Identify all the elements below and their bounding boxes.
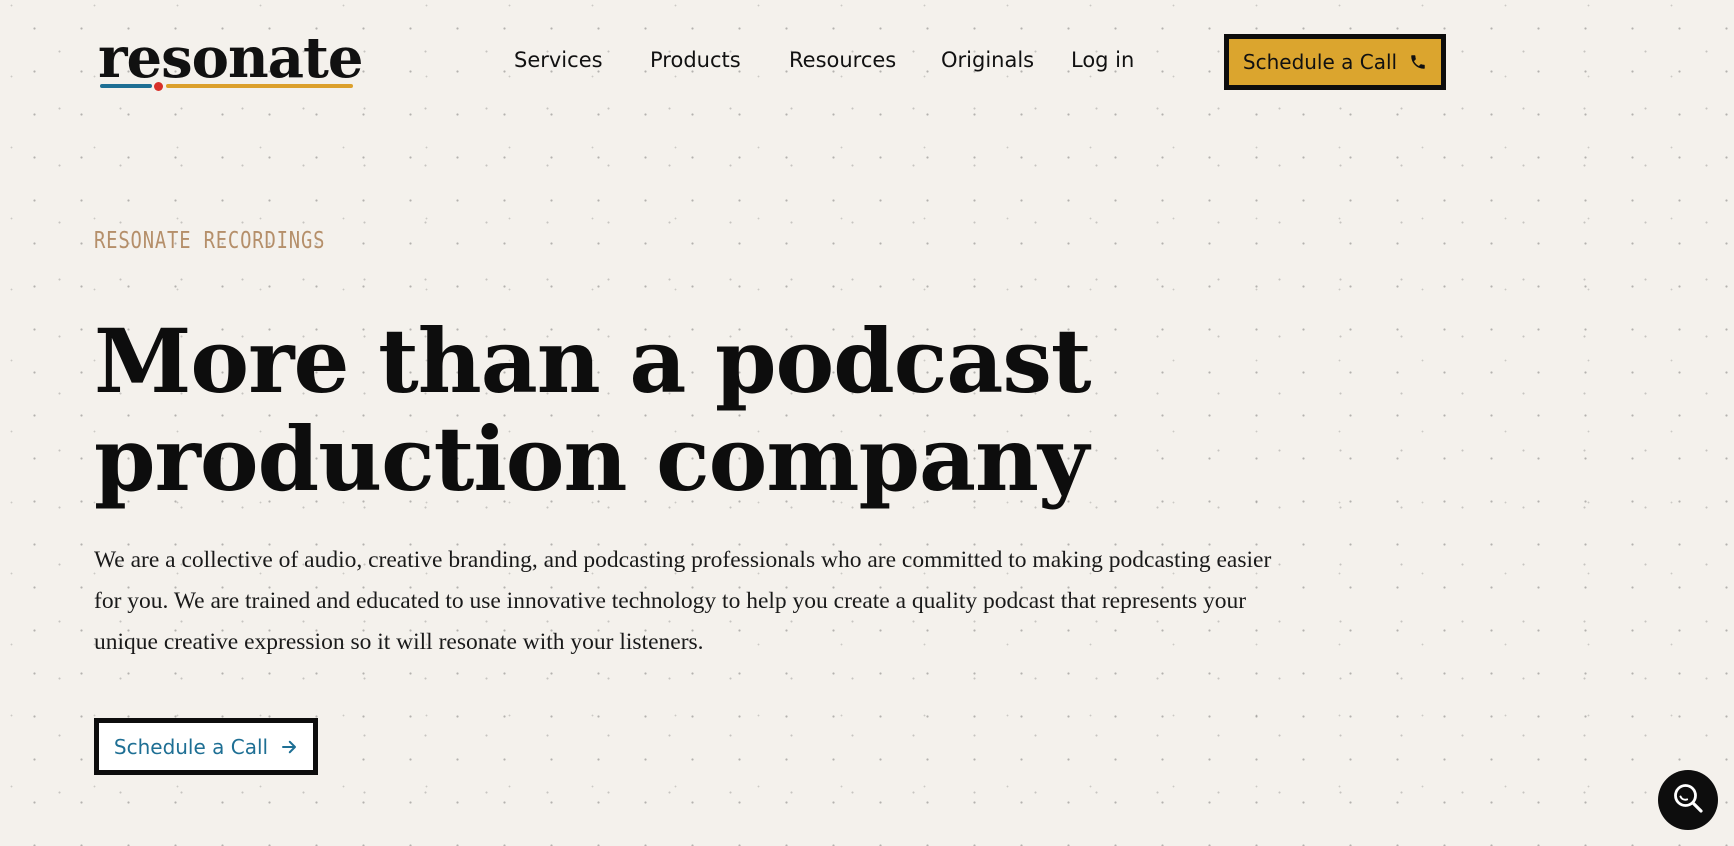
search-fab-button[interactable] — [1658, 770, 1718, 830]
hero-description: We are a collective of audio, creative b… — [94, 547, 1272, 655]
schedule-call-hero-label: Schedule a Call — [113, 734, 269, 759]
nav-originals[interactable]: Originals — [941, 48, 1034, 72]
nav-resources[interactable]: Resources — [789, 48, 896, 72]
logo-dot-red — [154, 82, 163, 91]
schedule-call-header-button[interactable]: Schedule a Call — [1224, 34, 1446, 90]
schedule-call-hero-button[interactable]: Schedule a Call — [94, 718, 318, 775]
nav-products[interactable]: Products — [650, 48, 741, 72]
logo-underline-gold — [166, 84, 353, 88]
phone-icon — [1409, 53, 1427, 71]
hero-title-line-2: production company — [94, 407, 1089, 511]
arrow-right-icon — [280, 738, 298, 756]
nav-login[interactable]: Log in — [1071, 48, 1134, 72]
logo[interactable]: resonate — [98, 28, 364, 96]
schedule-call-header-label: Schedule a Call — [1242, 50, 1398, 74]
logo-wordmark: resonate — [98, 25, 364, 91]
hero-title-line-1: More than a podcast — [94, 309, 1092, 413]
logo-underline-blue — [100, 84, 152, 88]
nav-services[interactable]: Services — [514, 48, 603, 72]
hero-eyebrow: RESONATE RECORDINGS — [94, 228, 326, 254]
hero-title: More than a podcast production company — [94, 309, 1092, 511]
search-icon — [1671, 781, 1705, 819]
